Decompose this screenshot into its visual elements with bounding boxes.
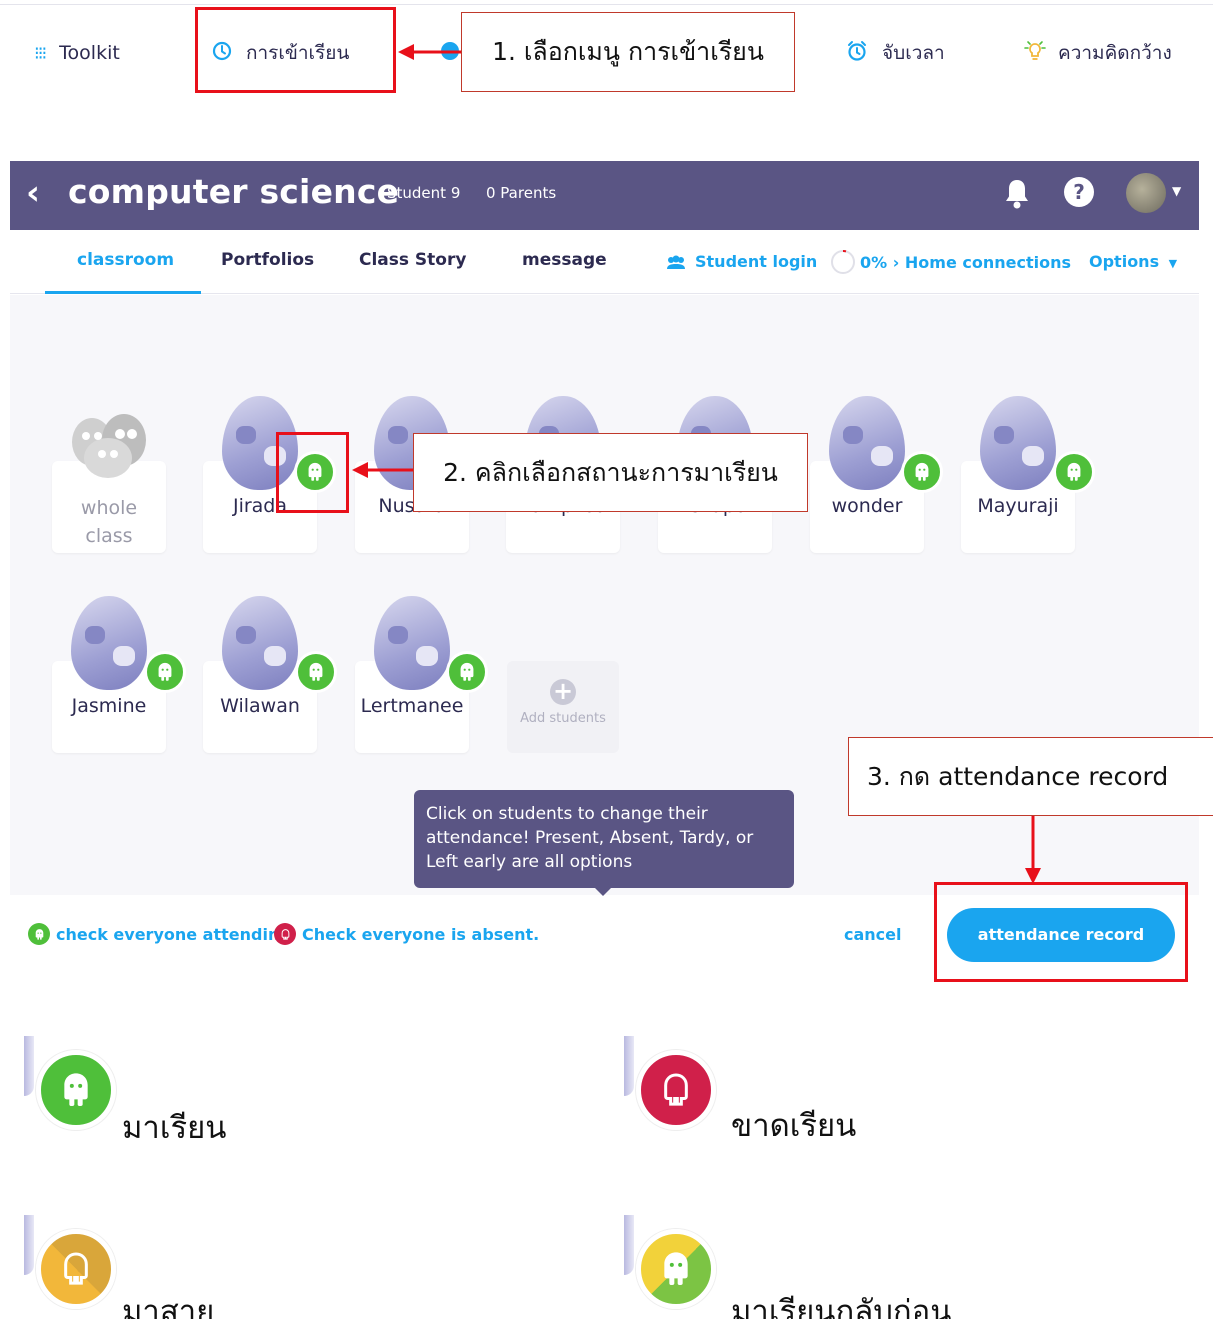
- help-icon[interactable]: ?: [1064, 177, 1094, 207]
- student-name: Mayuraji: [977, 495, 1059, 517]
- legend-absent-label: ขาดเรียน: [731, 1108, 857, 1144]
- options-caret-icon: ▼: [1168, 257, 1178, 270]
- class-header: ‹ computer science Student 9 0 Parents ?…: [10, 161, 1199, 230]
- step1-arrow: [398, 44, 464, 60]
- progress-ring-icon: [831, 249, 855, 274]
- avatar-edge: [624, 1036, 634, 1096]
- student-name: Jasmine: [71, 695, 147, 717]
- options-menu[interactable]: Options ▼: [1089, 252, 1177, 271]
- tab-classroom[interactable]: classroom: [77, 250, 174, 270]
- legend-left-early-icon: [624, 1215, 724, 1315]
- timer-menu-item[interactable]: จับเวลา: [846, 38, 945, 68]
- monster-icon: [154, 661, 176, 683]
- cancel-button[interactable]: cancel: [844, 925, 902, 944]
- toolkit-menu-item[interactable]: ⁝⁝⁝ Toolkit: [34, 38, 120, 68]
- parent-count[interactable]: 0 Parents: [486, 184, 556, 202]
- grid-icon: ⁝⁝⁝: [34, 42, 47, 64]
- add-students-label: Add students: [520, 711, 606, 726]
- back-chevron-icon[interactable]: ‹: [26, 173, 40, 213]
- toolkit-label: Toolkit: [59, 42, 120, 64]
- present-status-badge[interactable]: [901, 451, 943, 493]
- present-icon: [28, 923, 50, 945]
- timer-label: จับเวลา: [882, 42, 945, 64]
- student-name: wonder: [831, 495, 903, 517]
- alarm-clock-icon: [846, 40, 868, 67]
- home-connections-link[interactable]: 0% › Home connections: [830, 249, 1071, 275]
- avatar[interactable]: [1126, 173, 1166, 213]
- home-connections-label: 0% › Home connections: [860, 252, 1072, 272]
- step1-callout: 1. เลือกเมนู การเข้าเรียน: [461, 12, 795, 92]
- options-label: Options: [1089, 252, 1160, 271]
- class-tabs: classroom Portfolios Class Story message…: [10, 230, 1199, 294]
- attendance-tooltip: Click on students to change their attend…: [414, 790, 794, 896]
- students-group-icon: [667, 255, 685, 269]
- late-icon: [36, 1229, 116, 1309]
- ideas-label: ความคิดกว้าง: [1058, 42, 1172, 64]
- plus-icon: +: [550, 679, 576, 705]
- student-count[interactable]: Student 9: [387, 184, 460, 202]
- lightbulb-icon: [1022, 39, 1048, 68]
- left-early-icon: [636, 1229, 716, 1309]
- step2-callout: 2. คลิกเลือกสถานะการมาเรียน: [413, 433, 808, 512]
- notification-bell-icon[interactable]: [1002, 177, 1032, 211]
- avatar-edge: [24, 1215, 34, 1275]
- present-icon: [36, 1050, 116, 1130]
- legend-late-label: มาสาย: [122, 1294, 215, 1319]
- whole-class-label: whole class: [52, 494, 166, 550]
- attendance-highlight-box: [195, 7, 396, 93]
- present-status-badge[interactable]: [144, 651, 186, 693]
- record-highlight-box: [934, 882, 1188, 982]
- check-present-label: check everyone attendin: [56, 924, 280, 944]
- monster-icon: [1063, 461, 1085, 483]
- absent-icon: [636, 1050, 716, 1130]
- present-status-badge[interactable]: [446, 651, 488, 693]
- step3-callout: 3. กด attendance record: [848, 737, 1213, 816]
- active-tab-indicator: [45, 291, 201, 294]
- step3-arrow: [1025, 816, 1041, 884]
- add-students-button[interactable]: + Add students: [507, 661, 619, 753]
- check-absent-label: Check everyone is absent.: [302, 924, 540, 944]
- step2-arrow: [352, 462, 416, 478]
- absent-icon: [274, 923, 296, 945]
- student-login-link[interactable]: Student login: [665, 252, 817, 271]
- student-login-label: Student login: [695, 252, 818, 271]
- legend-present-icon: [24, 1036, 124, 1136]
- tab-portfolios[interactable]: Portfolios: [221, 250, 314, 270]
- student-name: Lertmanee: [360, 695, 464, 717]
- tab-class-story[interactable]: Class Story: [359, 250, 466, 270]
- status-highlight-box: [276, 432, 349, 513]
- avatar-edge: [624, 1215, 634, 1275]
- legend-absent-icon: [624, 1036, 724, 1136]
- present-status-badge[interactable]: [295, 651, 337, 693]
- whole-class-label-line2: class: [85, 525, 133, 547]
- tab-message[interactable]: message: [522, 250, 607, 270]
- monster-icon: [456, 661, 478, 683]
- legend-late-icon: [24, 1215, 124, 1315]
- check-all-absent-button[interactable]: Check everyone is absent.: [274, 923, 539, 945]
- monster-group-icon: [72, 414, 146, 478]
- present-status-badge[interactable]: [1053, 451, 1095, 493]
- account-caret-icon[interactable]: ▼: [1172, 184, 1181, 198]
- whole-class-label-line1: whole: [80, 497, 138, 519]
- toolkit-bar: ⁝⁝⁝ Toolkit การเข้าเรียน จับเวลา ความคิด…: [0, 0, 1213, 110]
- monster-icon: [911, 461, 933, 483]
- legend-left-early-label: มาเรียนกลับก่อน: [731, 1294, 952, 1319]
- monster-icon: [305, 661, 327, 683]
- legend-present-label: มาเรียน: [122, 1110, 227, 1146]
- check-all-present-button[interactable]: check everyone attendin: [28, 923, 279, 945]
- toolbar-divider: [0, 4, 1213, 5]
- student-name: Wilawan: [220, 695, 300, 717]
- avatar-edge: [24, 1036, 34, 1096]
- class-title: computer science: [68, 172, 400, 211]
- ideas-menu-item[interactable]: ความคิดกว้าง: [1022, 38, 1172, 68]
